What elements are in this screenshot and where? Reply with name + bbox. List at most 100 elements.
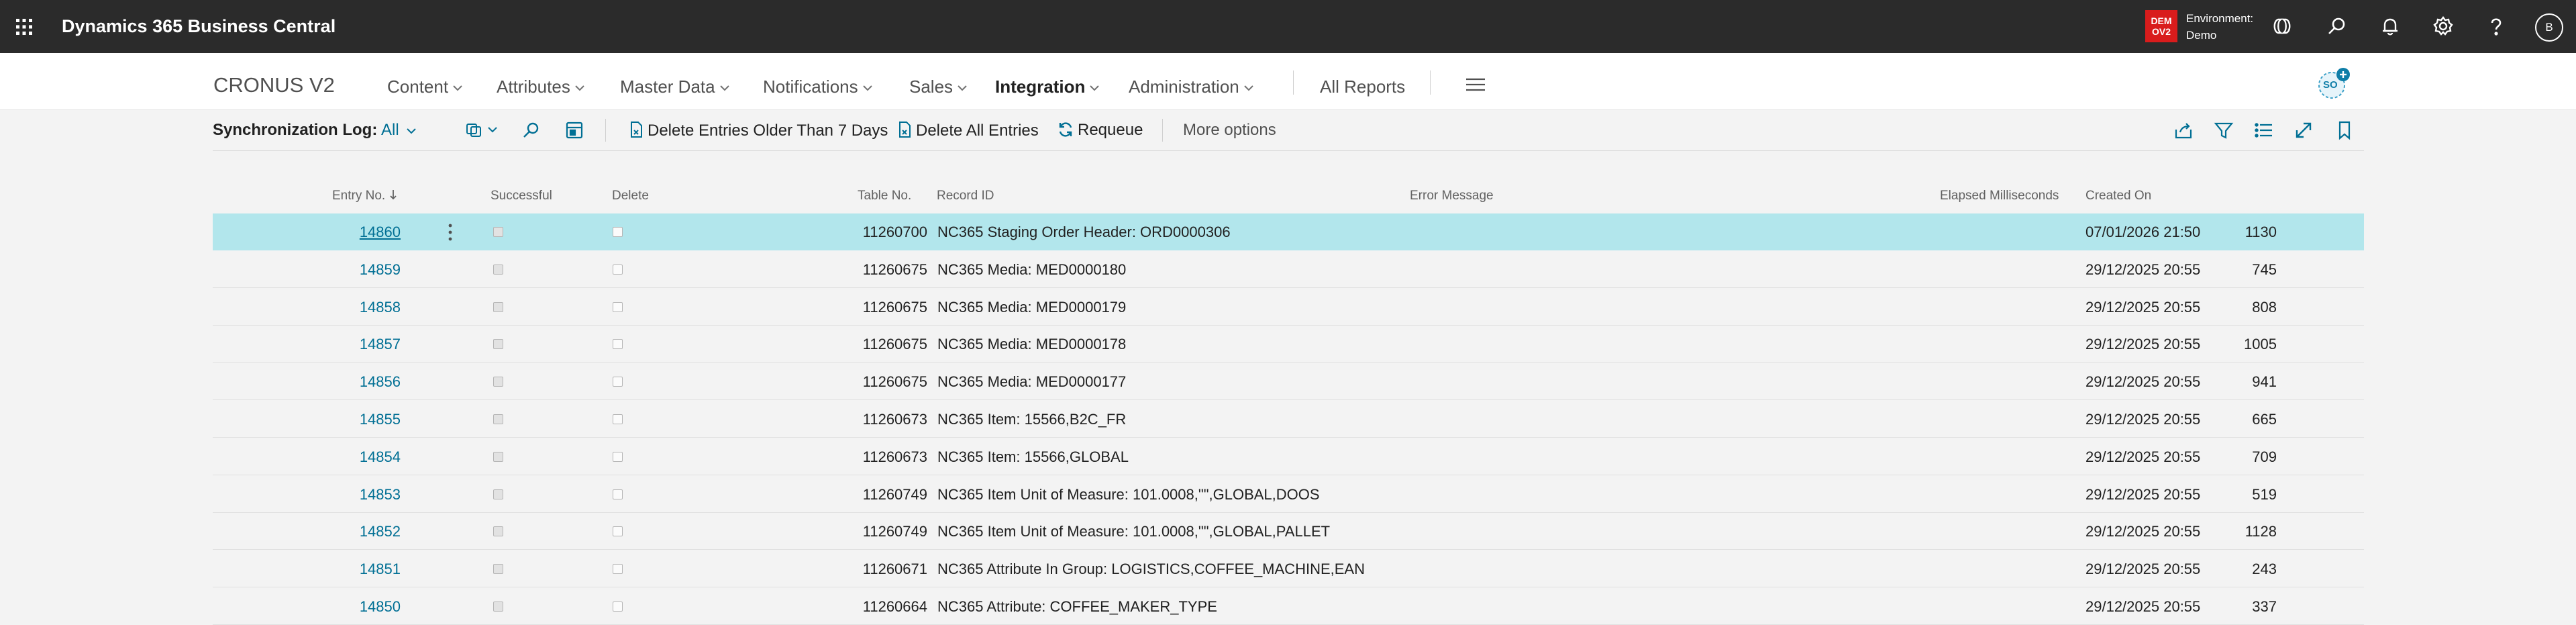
column-header-successful[interactable]: Successful xyxy=(491,189,552,203)
entry-no-link[interactable]: 14856 xyxy=(313,373,401,391)
delete-checkbox[interactable] xyxy=(613,301,623,312)
search-icon[interactable] xyxy=(521,120,542,140)
delete-checkbox[interactable] xyxy=(613,564,623,575)
entry-no-link[interactable]: 14858 xyxy=(313,299,401,316)
delete-checkbox[interactable] xyxy=(613,227,623,237)
table-row[interactable]: 14857 11260675 NC365 Media: MED0000178 1005… xyxy=(213,326,2364,363)
nav-item-all-reports[interactable]: All Reports xyxy=(1320,77,1405,97)
company-name[interactable]: CRONUS V2 xyxy=(213,73,335,97)
entry-no-link[interactable]: 14860 xyxy=(313,224,401,241)
user-avatar[interactable]: B xyxy=(2535,13,2563,42)
delete-all-label: Delete All Entries xyxy=(916,122,1039,140)
delete-all-entries-button[interactable]: Delete All Entries xyxy=(897,121,1039,140)
row-actions-icon[interactable] xyxy=(446,222,454,242)
entry-no-link[interactable]: 14852 xyxy=(313,523,401,540)
entry-no-link[interactable]: 14853 xyxy=(313,486,401,503)
delete-older-entries-button[interactable]: Delete Entries Older Than 7 Days xyxy=(629,121,888,140)
table-row[interactable]: 14856 11260675 NC365 Media: MED0000177 941 2… xyxy=(213,363,2364,401)
sort-descending-icon xyxy=(390,189,397,200)
nav-item-administration[interactable]: Administration xyxy=(1129,77,1254,97)
environment-info[interactable]: Environment: Demo xyxy=(2186,10,2253,44)
table-row[interactable]: 14855 11260673 NC365 Item: 15566,B2C_FR 665… xyxy=(213,401,2364,438)
delete-checkbox[interactable] xyxy=(613,414,623,424)
list-view-icon[interactable] xyxy=(2254,120,2274,140)
requeue-button[interactable]: Requeue xyxy=(1058,121,1143,140)
table-row[interactable]: 14858 11260675 NC365 Media: MED0000179 808 2… xyxy=(213,289,2364,326)
entry-no-link[interactable]: 14854 xyxy=(313,448,401,466)
record-id-cell: NC365 Item: 15566,B2C_FR xyxy=(937,411,1127,428)
created-on-cell: 29/12/2025 20:55 xyxy=(2085,448,2201,465)
delete-checkbox[interactable] xyxy=(613,489,623,499)
record-id-cell: NC365 Media: MED0000178 xyxy=(937,336,1127,353)
environment-badge[interactable]: DEM OV2 xyxy=(2145,10,2177,42)
entry-no-link[interactable]: 14857 xyxy=(313,336,401,353)
table-row[interactable]: 14859 11260675 NC365 Media: MED0000180 745 2… xyxy=(213,251,2364,288)
record-id-cell: NC365 Media: MED0000177 xyxy=(937,373,1127,391)
nav-item-attributes[interactable]: Attributes xyxy=(497,77,585,97)
created-on-cell: 29/12/2025 20:55 xyxy=(2085,260,2201,278)
nav-item-sales[interactable]: Sales xyxy=(909,77,968,97)
table-row[interactable]: 14850 11260664 NC365 Attribute: COFFEE_MAK… xyxy=(213,588,2364,625)
nav-item-content[interactable]: Content xyxy=(387,77,463,97)
table-row[interactable]: 14852 11260749 NC365 Item Unit of Measure:… xyxy=(213,513,2364,550)
chevron-down-icon xyxy=(452,85,463,91)
table-row[interactable]: 14853 11260749 NC365 Item Unit of Measure:… xyxy=(213,476,2364,513)
layout-icon[interactable] xyxy=(564,120,584,140)
column-header-created-on[interactable]: Created On xyxy=(2085,189,2151,203)
nav-item-master-data[interactable]: Master Data xyxy=(620,77,730,97)
delete-checkbox[interactable] xyxy=(613,339,623,350)
entry-no-link[interactable]: 14855 xyxy=(313,411,401,428)
delete-checkbox[interactable] xyxy=(613,526,623,537)
delete-checkbox[interactable] xyxy=(613,451,623,462)
nav-item-notifications[interactable]: Notifications xyxy=(763,77,873,97)
hamburger-menu-icon[interactable] xyxy=(1465,76,1486,93)
created-on-cell: 29/12/2025 20:55 xyxy=(2085,523,2201,540)
app-title[interactable]: Dynamics 365 Business Central xyxy=(62,16,336,37)
share-icon[interactable] xyxy=(2173,120,2194,140)
expand-icon[interactable] xyxy=(2294,120,2314,140)
copy-icon[interactable] xyxy=(464,120,503,140)
table-row[interactable]: 14854 11260673 NC365 Item: 15566,GLOBAL 709… xyxy=(213,438,2364,475)
table-row[interactable]: 14851 11260671 NC365 Attribute In Group: L… xyxy=(213,550,2364,588)
nav-item-label: Content xyxy=(387,77,449,97)
bell-icon[interactable] xyxy=(2379,15,2402,38)
chevron-down-icon xyxy=(862,85,873,91)
entry-no-link[interactable]: 14851 xyxy=(313,561,401,578)
column-header-label: Entry No. xyxy=(332,189,386,203)
table-no-cell: 11260700 xyxy=(862,224,927,240)
successful-checkbox xyxy=(493,526,503,537)
copilot-badge[interactable]: SO xyxy=(2313,66,2352,101)
successful-checkbox xyxy=(493,414,503,424)
nav-item-label: Master Data xyxy=(620,77,715,97)
more-options-button[interactable]: More options xyxy=(1183,121,1276,140)
record-id-cell: NC365 Attribute: COFFEE_MAKER_TYPE xyxy=(937,598,1217,615)
created-on-cell: 07/01/2026 21:50 xyxy=(2085,224,2201,240)
help-icon[interactable] xyxy=(2485,15,2508,38)
bookmark-icon[interactable] xyxy=(2334,120,2355,140)
entry-no-link[interactable]: 14850 xyxy=(313,598,401,616)
nav-item-label: Attributes xyxy=(497,77,570,97)
entry-no-link[interactable]: 14859 xyxy=(313,261,401,279)
copilot-icon[interactable] xyxy=(2271,15,2294,38)
gear-icon[interactable] xyxy=(2432,15,2455,38)
delete-checkbox[interactable] xyxy=(613,264,623,275)
action-divider xyxy=(605,119,606,142)
column-header-elapsed-ms[interactable]: Elapsed Milliseconds xyxy=(1940,189,2059,203)
column-header-entry-no[interactable]: Entry No. xyxy=(332,189,397,203)
delete-checkbox[interactable] xyxy=(613,602,623,612)
nav-item-label: Administration xyxy=(1129,77,1239,97)
view-filter-dropdown[interactable]: All xyxy=(381,121,417,140)
delete-checkbox[interactable] xyxy=(613,377,623,387)
column-header-delete[interactable]: Delete xyxy=(612,189,649,203)
app-launcher-icon[interactable] xyxy=(12,15,36,39)
column-header-error-message[interactable]: Error Message xyxy=(1410,189,1494,203)
column-header-record-id[interactable]: Record ID xyxy=(937,189,994,203)
column-header-table-no[interactable]: Table No. xyxy=(858,189,911,203)
table-row[interactable]: 14860 11260700 NC365 Staging Order Header:… xyxy=(213,213,2364,250)
nav-item-integration[interactable]: Integration xyxy=(995,77,1100,97)
successful-checkbox xyxy=(493,227,503,237)
table-no-cell: 11260675 xyxy=(862,373,927,391)
search-icon[interactable] xyxy=(2326,15,2349,38)
copilot-badge-label: SO xyxy=(2323,79,2338,91)
filter-icon[interactable] xyxy=(2214,120,2234,140)
